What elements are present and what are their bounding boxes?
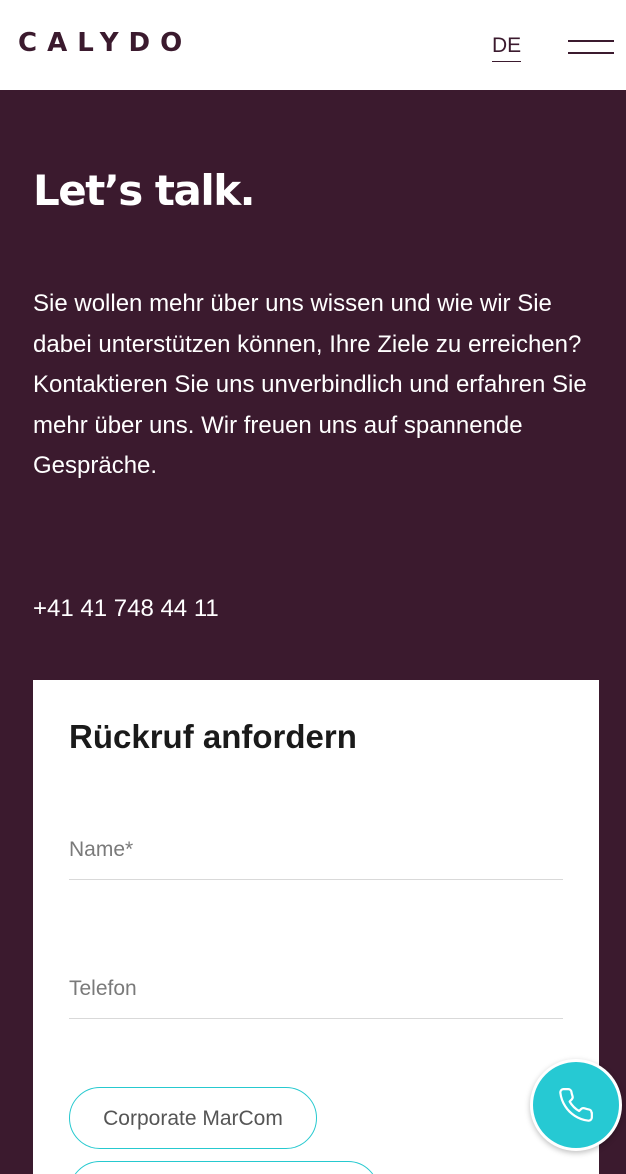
hamburger-menu-icon[interactable] <box>568 38 614 56</box>
phone-icon <box>559 1088 593 1122</box>
topic-chip-corporate-marcom[interactable]: Corporate MarCom <box>69 1087 317 1149</box>
menu-line <box>568 40 614 42</box>
phone-link[interactable]: +41 41 748 44 11 <box>33 592 219 626</box>
brand-logo[interactable]: CALYDO <box>18 26 192 60</box>
call-button[interactable] <box>530 1059 622 1151</box>
site-header: CALYDO DE <box>0 0 626 90</box>
menu-line <box>568 52 614 54</box>
intro-text: Sie wollen mehr über uns wissen und wie … <box>33 290 587 479</box>
language-switch[interactable]: DE <box>492 33 522 62</box>
form-title: Rückruf anfordern <box>69 718 357 755</box>
phone-field[interactable] <box>69 959 563 1019</box>
callback-form-card: Rückruf anfordern Corporate MarCom <box>33 680 599 1174</box>
name-field[interactable] <box>69 820 563 880</box>
topic-chip[interactable] <box>69 1161 379 1174</box>
page-title: Let’s talk. <box>33 166 256 215</box>
